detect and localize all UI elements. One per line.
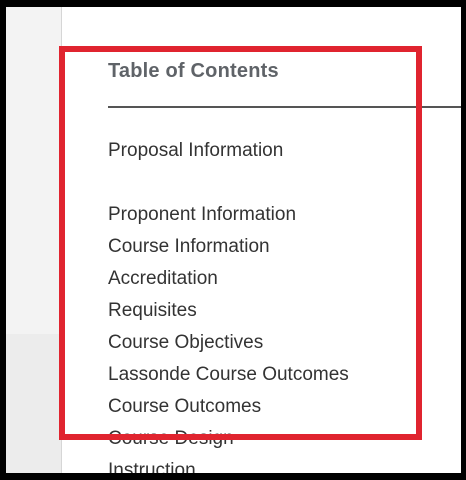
left-side-panel-lower-section	[6, 334, 61, 473]
toc-link-requisites[interactable]: Requisites	[108, 299, 197, 323]
toc-link-course-design[interactable]: Course Design	[108, 427, 234, 451]
toc-link-course-information[interactable]: Course Information	[108, 235, 270, 259]
toc-link-instruction[interactable]: Instruction	[108, 459, 196, 473]
table-of-contents-panel: Table of Contents Proposal Information P…	[62, 7, 461, 473]
toc-link-proponent-information[interactable]: Proponent Information	[108, 203, 296, 227]
toc-link-lassonde-course-outcomes[interactable]: Lassonde Course Outcomes	[108, 363, 349, 387]
toc-link-accreditation[interactable]: Accreditation	[108, 267, 218, 291]
table-of-contents-list: Proposal Information Proponent Informati…	[62, 7, 461, 473]
toc-link-course-outcomes[interactable]: Course Outcomes	[108, 395, 261, 419]
toc-link-proposal-information[interactable]: Proposal Information	[108, 139, 283, 163]
screenshot-area: Table of Contents Proposal Information P…	[6, 7, 461, 473]
toc-link-course-objectives[interactable]: Course Objectives	[108, 331, 263, 355]
left-side-panel	[6, 7, 61, 473]
